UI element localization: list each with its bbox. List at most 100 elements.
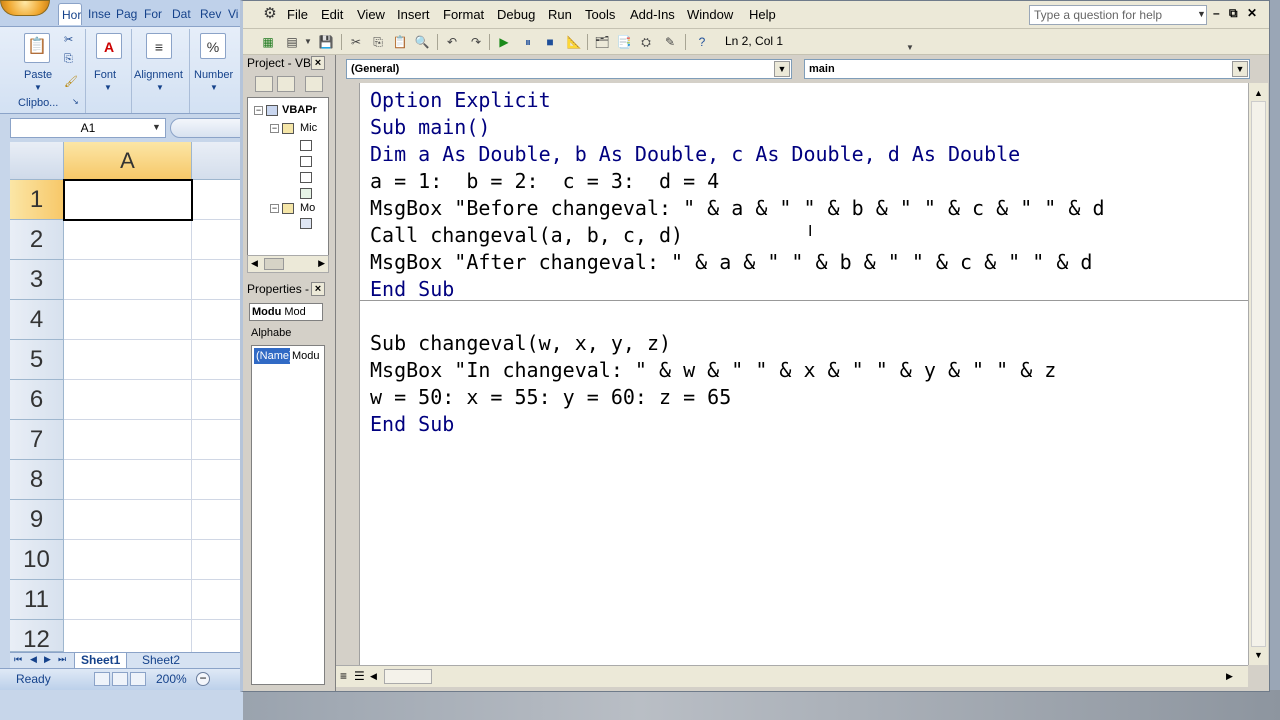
code-line[interactable]: Call changeval(a, b, c, d) (370, 222, 683, 249)
scroll-right-icon[interactable]: ▶ (318, 258, 325, 269)
font-button[interactable]: Font (94, 69, 116, 81)
save-icon[interactable]: 💾 (317, 33, 335, 51)
chevron-down-icon[interactable]: ▼ (774, 61, 790, 77)
active-cell-a1[interactable] (63, 179, 193, 221)
row-header[interactable]: 7 (10, 420, 64, 460)
row-header[interactable]: 12 (10, 620, 64, 652)
code-line[interactable]: w = 50: x = 55: y = 60: z = 65 (370, 384, 731, 411)
prev-sheet-icon[interactable]: ◀ (30, 654, 37, 665)
normal-view-icon[interactable] (94, 672, 110, 686)
object-browser-icon[interactable]: ⛭ (637, 33, 655, 51)
font-dropdown-icon[interactable]: ▼ (104, 83, 112, 92)
sheet-object-icon[interactable] (300, 156, 312, 167)
tree-node-modules[interactable]: Mo (300, 202, 315, 214)
reset-icon[interactable]: ■ (541, 33, 559, 51)
tab-home[interactable]: Hor (58, 3, 82, 25)
sheet-object-icon[interactable] (300, 172, 312, 183)
last-sheet-icon[interactable]: ⏭ (58, 654, 66, 665)
code-line[interactable]: MsgBox "Before changeval: " & a & " " & … (370, 195, 1105, 222)
object-select[interactable]: (General) ▼ (346, 59, 792, 79)
scroll-thumb[interactable] (264, 258, 284, 270)
format-painter-icon[interactable]: 🖌 (64, 75, 78, 88)
name-box-dropdown-icon[interactable]: ▼ (152, 122, 161, 132)
insert-dropdown-icon[interactable]: ▼ (299, 33, 317, 51)
property-value[interactable]: Modu (292, 348, 322, 364)
code-line[interactable]: Option Explicit (370, 87, 551, 114)
full-module-view-icon[interactable]: ☰ (354, 669, 365, 683)
tree-node-vbaproject[interactable]: VBAPr (282, 104, 317, 116)
view-code-icon[interactable] (255, 76, 273, 92)
number-button[interactable]: Number (194, 69, 233, 81)
code-line[interactable]: Sub main() (370, 114, 490, 141)
scroll-thumb[interactable] (384, 669, 432, 684)
row-header[interactable]: 5 (10, 340, 64, 380)
break-icon[interactable]: ⏸ (519, 33, 537, 51)
menu-format[interactable]: Format (443, 7, 484, 22)
tab-alphabetic[interactable]: Alphabe (251, 325, 321, 341)
menu-run[interactable]: Run (548, 7, 572, 22)
project-horizontal-scrollbar[interactable]: ◀ ▶ (247, 255, 329, 273)
design-mode-icon[interactable]: 📐 (565, 33, 583, 51)
dialog-launcher-icon[interactable]: ↘ (72, 97, 79, 106)
undo-icon[interactable]: ↶ (443, 33, 461, 51)
code-line[interactable]: MsgBox "After changeval: " & a & " " & b… (370, 249, 1092, 276)
sheet-object-icon[interactable] (300, 140, 312, 151)
scroll-down-icon[interactable]: ▼ (1251, 647, 1266, 663)
first-sheet-icon[interactable]: ⏮ (14, 654, 22, 665)
copy-icon[interactable]: ⎘ (64, 53, 73, 66)
close-icon[interactable]: ✕ (1247, 6, 1257, 20)
copy-icon[interactable]: ⎘ (369, 33, 387, 51)
code-line[interactable]: a = 1: b = 2: c = 3: d = 4 (370, 168, 719, 195)
properties-grid[interactable]: (Name) Modu (251, 345, 325, 685)
menu-add-ins[interactable]: Add-Ins (630, 7, 675, 22)
help-dropdown-icon[interactable]: ▼ (1197, 9, 1206, 19)
tab-data[interactable]: Dat (169, 3, 195, 25)
collapse-icon[interactable]: − (270, 124, 279, 133)
code-line[interactable]: End Sub (370, 411, 454, 438)
properties-close-icon[interactable]: × (311, 282, 325, 296)
row-header[interactable]: 1 (10, 180, 64, 220)
properties-window-icon[interactable]: 📑 (615, 33, 633, 51)
sheet-tab-sheet1[interactable]: Sheet1 (74, 653, 128, 669)
code-line[interactable]: End Sub (370, 276, 454, 303)
name-box[interactable]: A1 (10, 118, 166, 138)
code-line[interactable]: Dim a As Double, b As Double, c As Doubl… (370, 141, 1020, 168)
view-object-icon[interactable] (277, 76, 295, 92)
toolbox-icon[interactable]: ✎ (661, 33, 679, 51)
code-vertical-scrollbar[interactable]: ▲ ▼ (1248, 83, 1268, 665)
scroll-up-icon[interactable]: ▲ (1251, 85, 1266, 101)
scroll-left-icon[interactable]: ◀ (370, 671, 377, 682)
scroll-thumb[interactable] (1251, 101, 1266, 647)
page-break-view-icon[interactable] (130, 672, 146, 686)
module-icon[interactable] (300, 218, 312, 229)
menu-window[interactable]: Window (687, 7, 733, 22)
view-excel-icon[interactable]: ▦ (259, 33, 277, 51)
procedure-select[interactable]: main ▼ (804, 59, 1250, 79)
properties-object-select[interactable]: Modu Mod (249, 303, 323, 321)
row-header[interactable]: 2 (10, 220, 64, 260)
find-icon[interactable]: 🔍 (413, 33, 431, 51)
help-icon[interactable]: ? (693, 33, 711, 51)
zoom-level[interactable]: 200% (156, 672, 187, 686)
page-layout-view-icon[interactable] (112, 672, 128, 686)
restore-icon[interactable]: ⧉ (1229, 6, 1238, 21)
formula-bar-expander[interactable] (170, 118, 248, 138)
menu-view[interactable]: View (357, 7, 385, 22)
paste-dropdown-icon[interactable]: ▼ (34, 83, 42, 92)
vbe-app-icon[interactable]: ⚙ (261, 5, 279, 23)
paste-icon[interactable]: 📋 (391, 33, 409, 51)
chevron-down-icon[interactable]: ▼ (1232, 61, 1248, 77)
procedure-view-icon[interactable]: ≡ (340, 669, 347, 683)
menu-edit[interactable]: Edit (321, 7, 343, 22)
row-header[interactable]: 6 (10, 380, 64, 420)
scroll-left-icon[interactable]: ◀ (251, 258, 258, 269)
property-name[interactable]: (Name) (254, 348, 293, 364)
workbook-object-icon[interactable] (300, 188, 312, 199)
collapse-icon[interactable]: − (270, 204, 279, 213)
code-editor[interactable]: Option Explicit Sub main() Dim a As Doub… (360, 83, 1248, 665)
row-header[interactable]: 10 (10, 540, 64, 580)
code-margin[interactable] (336, 83, 360, 665)
row-header[interactable]: 3 (10, 260, 64, 300)
run-icon[interactable]: ▶ (495, 33, 513, 51)
tab-formulas[interactable]: For (141, 3, 167, 25)
